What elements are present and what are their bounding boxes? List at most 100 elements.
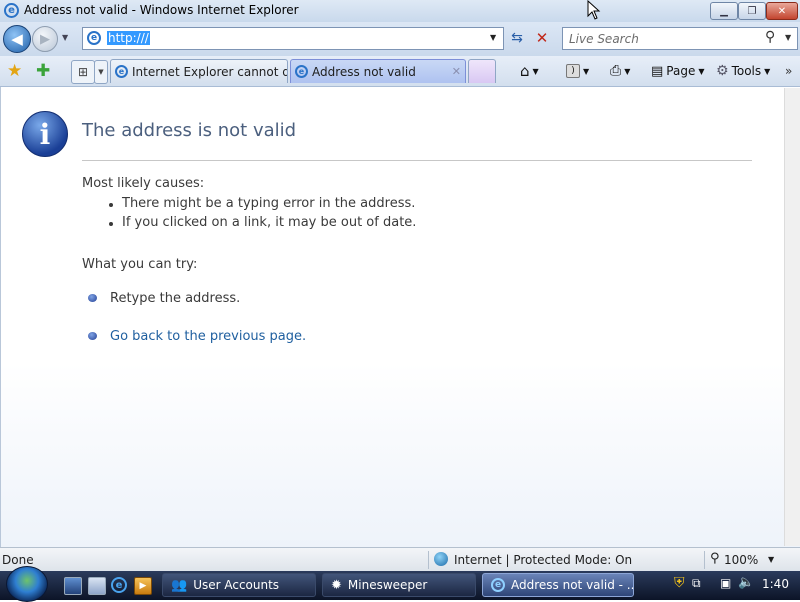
address-dropdown-icon[interactable]: ▼	[490, 33, 496, 42]
home-icon: ⌂	[520, 62, 530, 80]
taskbar-item-label: User Accounts	[193, 578, 280, 592]
bullet-icon	[109, 222, 113, 226]
status-divider	[428, 551, 429, 569]
blue-bullet-icon	[88, 294, 97, 302]
refresh-icon: ⇆	[511, 29, 523, 46]
ie-icon: e	[4, 3, 19, 18]
close-tab-icon[interactable]: ✕	[452, 65, 461, 78]
address-bar[interactable]: e http:/// ▼	[82, 27, 504, 50]
page-icon: e	[87, 31, 101, 45]
back-button[interactable]: ◀	[3, 25, 31, 53]
taskbar-item-user-accounts[interactable]: 👥 User Accounts	[162, 573, 316, 597]
taskbar-item-label: Address not valid - ...	[511, 578, 634, 592]
gear-icon: ⚙	[716, 63, 729, 79]
restore-button[interactable]: ❐	[738, 2, 766, 20]
new-tab-button[interactable]	[468, 59, 496, 83]
window-title: Address not valid - Windows Internet Exp…	[24, 3, 299, 17]
print-button[interactable]: ⎙ ▼	[610, 62, 630, 80]
divider	[82, 160, 752, 161]
start-button[interactable]	[6, 566, 48, 602]
media-player-icon[interactable]: ▶	[134, 577, 152, 595]
network-icon[interactable]: ▣	[720, 576, 731, 590]
add-favorites-icon[interactable]: ✚	[36, 61, 50, 81]
try-title: What you can try:	[82, 257, 198, 272]
globe-icon	[434, 552, 448, 566]
zoom-icon: ⚲	[710, 551, 720, 566]
minimize-button[interactable]: ▁	[710, 2, 738, 20]
tab-list-button[interactable]: ▼	[94, 60, 108, 84]
mine-icon: ✹	[331, 577, 342, 593]
switch-windows-icon[interactable]	[88, 577, 106, 595]
causes-title: Most likely causes:	[82, 176, 205, 191]
toolbar-overflow-icon[interactable]: »	[785, 64, 792, 78]
tab-toolbar: ★ ✚ ⊞ ▼ e Internet Explorer cannot di...…	[0, 56, 800, 87]
bullet-icon	[109, 203, 113, 207]
search-input[interactable]	[567, 30, 761, 48]
status-text: Done	[2, 553, 34, 567]
chevron-down-icon: ▼	[98, 68, 104, 76]
ie-quicklaunch-icon[interactable]: e	[111, 577, 127, 593]
volume-muted-icon[interactable]: 🔈	[738, 575, 754, 590]
chevron-down-icon: ▼	[698, 66, 705, 76]
info-icon: i	[22, 111, 68, 157]
chevron-down-icon: ▼	[583, 66, 590, 76]
favorites-star-icon[interactable]: ★	[7, 61, 22, 81]
arrow-left-icon: ◀	[11, 30, 23, 48]
feeds-button[interactable]: ) ▼	[566, 62, 589, 80]
close-button[interactable]: ✕	[766, 2, 798, 20]
stop-icon: ✕	[535, 28, 549, 47]
show-desktop-icon[interactable]	[64, 577, 82, 595]
ie-icon: e	[115, 65, 128, 78]
security-shield-icon[interactable]: ⛨	[674, 575, 685, 591]
page-label: Page	[666, 64, 696, 78]
address-input[interactable]: http:///	[107, 31, 150, 45]
search-box[interactable]: ⚲ ▼	[562, 27, 798, 50]
go-back-link[interactable]: Go back to the previous page.	[110, 329, 306, 344]
ie-icon: e	[491, 578, 505, 592]
quick-tabs-icon: ⊞	[77, 65, 89, 79]
recent-pages-dropdown-icon[interactable]: ▼	[62, 33, 68, 42]
users-icon: 👥	[171, 577, 188, 593]
navigation-bar: ◀ ▶ ▼ e http:/// ▼ ⇆ ✕ ⚲ ▼	[0, 22, 800, 56]
taskbar-item-minesweeper[interactable]: ✹ Minesweeper	[322, 573, 476, 597]
page-menu[interactable]: ▤ Page ▼	[651, 62, 705, 80]
home-button[interactable]: ⌂ ▼	[520, 62, 539, 80]
page-content	[0, 87, 800, 547]
refresh-button[interactable]: ⇆	[506, 27, 528, 48]
restore-icon: ❐	[747, 5, 757, 17]
chevron-down-icon: ▼	[624, 66, 631, 76]
zoom-dropdown-icon[interactable]: ▼	[768, 555, 774, 564]
page-icon: ▤	[651, 63, 664, 79]
ie-icon: e	[295, 65, 308, 78]
stop-button[interactable]: ✕	[531, 27, 553, 48]
tab-label: Address not valid	[312, 64, 416, 79]
scrollbar[interactable]	[784, 88, 800, 546]
clock[interactable]: 1:40	[762, 577, 789, 591]
search-icon[interactable]: ⚲	[765, 29, 775, 45]
zoom-level[interactable]: 100%	[724, 553, 758, 567]
blue-bullet-icon	[88, 332, 97, 340]
title-bar: e Address not valid - Windows Internet E…	[0, 0, 800, 23]
taskbar-item-ie[interactable]: e Address not valid - ...	[482, 573, 634, 597]
windows-update-icon[interactable]: ⧉	[692, 576, 701, 591]
retype-address-text: Retype the address.	[110, 291, 241, 306]
rss-icon: )	[566, 64, 580, 78]
tools-label: Tools	[731, 64, 762, 78]
minimize-icon: ▁	[720, 5, 728, 17]
chevron-down-icon: ▼	[764, 66, 771, 76]
tab-ie-cannot-display[interactable]: e Internet Explorer cannot di...	[110, 59, 288, 83]
printer-icon: ⎙	[610, 63, 622, 79]
tab-address-not-valid[interactable]: e Address not valid ✕	[290, 59, 466, 83]
arrow-right-icon: ▶	[40, 31, 50, 47]
cause-item: If you clicked on a link, it may be out …	[122, 215, 417, 230]
tools-menu[interactable]: ⚙ Tools ▼	[716, 62, 770, 80]
mouse-cursor-icon	[587, 0, 601, 20]
forward-button[interactable]: ▶	[32, 26, 58, 52]
tab-label: Internet Explorer cannot di...	[132, 64, 288, 79]
search-dropdown-icon[interactable]: ▼	[785, 33, 791, 42]
chevron-down-icon: ▼	[532, 66, 539, 76]
close-icon: ✕	[777, 5, 787, 17]
security-zone[interactable]: Internet | Protected Mode: On	[454, 553, 632, 567]
page-heading: The address is not valid	[82, 120, 297, 141]
quick-tabs-button[interactable]: ⊞	[71, 60, 95, 84]
